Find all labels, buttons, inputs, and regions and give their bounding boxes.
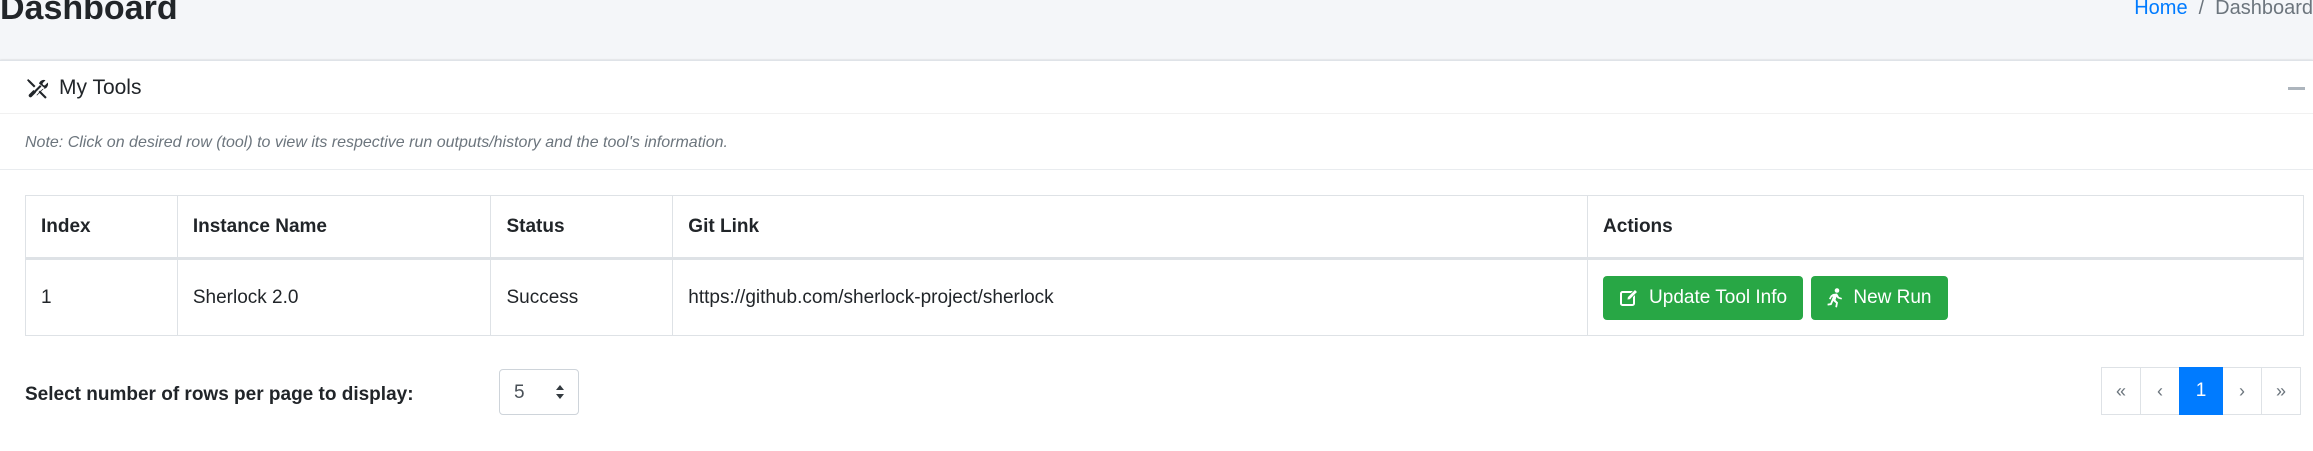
pagination-page-1[interactable]: 1: [2179, 367, 2223, 415]
pagination-prev-button[interactable]: ‹: [2140, 367, 2180, 415]
breadcrumb-separator: /: [2198, 0, 2205, 19]
column-header-instance-name: Instance Name: [176, 195, 492, 260]
rows-per-page-label: Select number of rows per page to displa…: [25, 384, 414, 405]
update-tool-info-label: Update Tool Info: [1649, 286, 1788, 308]
cell-index: 1: [25, 258, 178, 336]
my-tools-card: My Tools Note: Click on desired row (too…: [0, 60, 2313, 451]
new-run-label: New Run: [1853, 286, 1932, 308]
breadcrumb-home-link[interactable]: Home: [2134, 0, 2187, 19]
card-title: My Tools: [59, 76, 142, 99]
table-row[interactable]: 1 Sherlock 2.0 Success https://github.co…: [25, 258, 2304, 336]
pagination-last-button[interactable]: »: [2261, 367, 2301, 415]
select-arrows-icon: [556, 385, 564, 399]
column-header-actions: Actions: [1587, 195, 2304, 260]
cell-status: Success: [490, 258, 674, 336]
tools-table: Index Instance Name Status Git Link Acti…: [25, 195, 2304, 336]
divider: [0, 169, 2313, 170]
cell-instance-name: Sherlock 2.0: [176, 258, 492, 336]
edit-icon: [1620, 288, 1639, 306]
column-header-status: Status: [490, 195, 674, 260]
column-header-git-link: Git Link: [672, 195, 1589, 260]
pagination: « ‹ 1 › »: [2101, 367, 2301, 415]
table-header-row: Index Instance Name Status Git Link Acti…: [25, 195, 2304, 260]
pagination-first-button[interactable]: «: [2101, 367, 2141, 415]
breadcrumb-current: Dashboard: [2215, 0, 2313, 19]
rows-per-page-value: 5: [514, 382, 525, 403]
instruction-note: Note: Click on desired row (tool) to vie…: [25, 134, 728, 151]
cell-actions: Update Tool Info New Run: [1587, 258, 2304, 336]
running-person-icon: [1827, 287, 1843, 307]
cell-git-link: https://github.com/sherlock-project/sher…: [672, 258, 1589, 336]
new-run-button[interactable]: New Run: [1811, 275, 1948, 320]
tools-icon: [27, 79, 49, 99]
update-tool-info-button[interactable]: Update Tool Info: [1603, 275, 1804, 320]
rows-per-page-select[interactable]: 5: [499, 369, 579, 415]
pagination-next-button[interactable]: ›: [2222, 367, 2262, 415]
card-header: My Tools: [0, 61, 2313, 114]
page-title: Dashboard: [0, 0, 178, 27]
column-header-index: Index: [25, 195, 178, 260]
collapse-card-button[interactable]: [2288, 87, 2305, 90]
breadcrumb: Home / Dashboard: [2134, 0, 2313, 20]
